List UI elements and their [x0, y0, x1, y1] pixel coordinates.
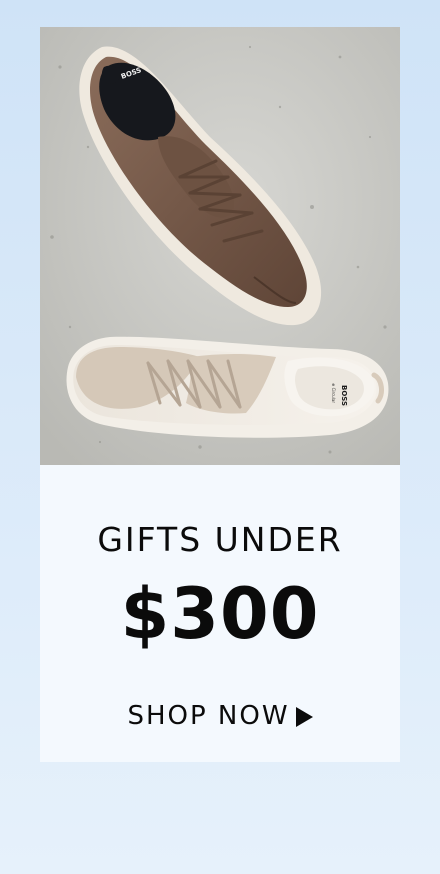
promo-copy: GIFTS UNDER $300 SHOP NOW — [40, 465, 400, 762]
promo-headline: GIFTS UNDER — [97, 520, 343, 559]
promo-card[interactable]: BOSS BOSS ⊕ Circular GIFTS UNDER $300 SH… — [40, 27, 400, 762]
product-photo[interactable]: BOSS BOSS ⊕ Circular — [40, 27, 400, 465]
circular-mark: ⊕ Circular — [331, 383, 336, 403]
white-sneaker: BOSS ⊕ Circular — [66, 336, 389, 438]
promo-price: $300 — [120, 573, 320, 655]
sneakers-image: BOSS BOSS ⊕ Circular — [40, 27, 400, 465]
play-triangle-icon — [295, 707, 313, 727]
shop-now-link[interactable]: SHOP NOW — [40, 701, 400, 731]
shop-now-label: SHOP NOW — [127, 701, 290, 731]
boss-logo-bottom: BOSS — [340, 385, 348, 406]
